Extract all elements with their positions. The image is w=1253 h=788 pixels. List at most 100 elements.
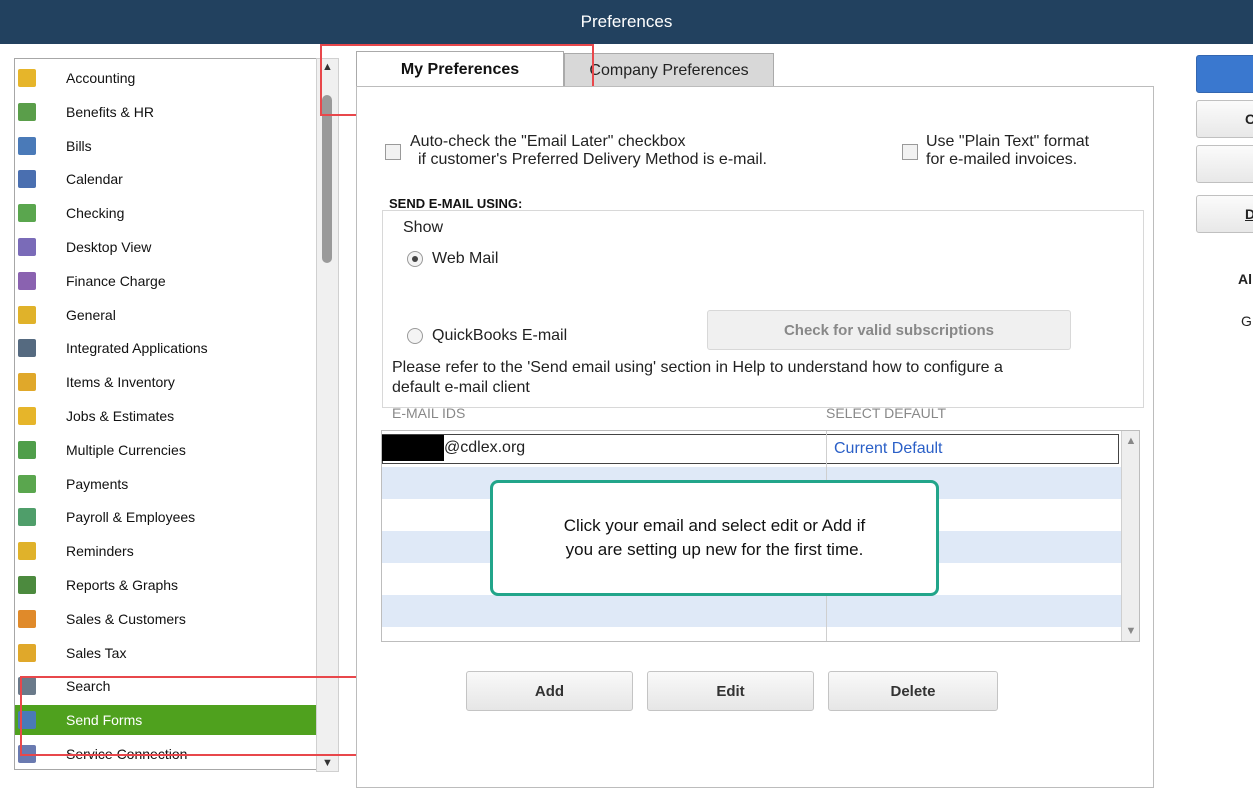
title-bar: Preferences	[0, 0, 1253, 44]
cancel-button[interactable]: C	[1196, 100, 1253, 138]
sidebar-item-multiple-currencies[interactable]: Multiple Currencies	[15, 435, 317, 465]
add-button[interactable]: Add	[466, 671, 633, 711]
sidebar-item-integrated-applications[interactable]: Integrated Applications	[15, 333, 317, 363]
sidebar-item-label: Items & Inventory	[66, 374, 175, 391]
sidebar-item-accounting[interactable]: Accounting	[15, 63, 317, 93]
grid-scroll-up-arrow[interactable]: ▲	[1122, 433, 1139, 449]
table-row[interactable]	[382, 595, 1121, 627]
column-header-email-ids: E-MAIL IDS	[392, 405, 466, 421]
sidebar-item-checking[interactable]: Checking	[15, 198, 317, 228]
sidebar-item-jobs-estimates[interactable]: Jobs & Estimates	[15, 401, 317, 431]
delete-button[interactable]: Delete	[828, 671, 998, 711]
sidebar-item-benefits-hr[interactable]: Benefits & HR	[15, 97, 317, 127]
window-title: Preferences	[580, 12, 673, 31]
sidebar-item-label: Integrated Applications	[66, 340, 208, 357]
table-row[interactable]: @cdlex.org Current Default	[382, 431, 1121, 464]
sidebar-scrollbar[interactable]: ▲ ▼	[316, 58, 339, 772]
check-subscriptions-label: Check for valid subscriptions	[783, 321, 995, 339]
column-header-select-default: SELECT DEFAULT	[826, 405, 947, 421]
sidebar-item-label: Bills	[66, 137, 92, 154]
sidebar-item-label: Reports & Graphs	[66, 577, 179, 593]
sidebar-item-label: Sales & Customers	[66, 610, 186, 627]
bills-icon	[18, 136, 36, 155]
sidebar-item-label: Accounting	[66, 70, 136, 86]
instruction-callout: Click your email and select edit or Add …	[490, 480, 939, 596]
sales-icon	[18, 609, 36, 628]
sidebar-item-bills[interactable]: Bills	[15, 131, 317, 161]
payroll-icon	[18, 508, 36, 527]
sidebar-item-label: Finance Charge	[66, 272, 166, 289]
sidebar-item-label: Sales Tax	[66, 644, 127, 661]
grid-scrollbar[interactable]: ▲ ▼	[1121, 431, 1139, 641]
email-address: @cdlex.org	[444, 439, 526, 456]
also-see-general-link[interactable]: G	[1241, 312, 1252, 331]
email-later-checkbox[interactable]	[385, 144, 401, 160]
sidebar-item-label: Reminders	[66, 543, 134, 560]
preferences-sidebar: Accounting Benefits & HR Bills Calendar Chec…	[14, 58, 317, 770]
email-later-label-2: if customer's Preferred Delivery Method …	[418, 151, 767, 168]
sidebar-item-label: Jobs & Estimates	[66, 408, 175, 424]
callout-line-1: Click your email and select edit or Add …	[563, 516, 866, 535]
email-later-label-1: Auto-check the "Email Later" checkbox	[410, 133, 686, 150]
callout-line-2: you are setting up new for the first tim…	[565, 540, 864, 559]
scroll-down-arrow[interactable]: ▼	[317, 755, 338, 771]
calendar-icon	[18, 170, 36, 189]
show-label: Show	[403, 219, 444, 236]
tab-company-preferences[interactable]: Company Preferences	[564, 53, 774, 88]
plain-text-label-2: for e-mailed invoices.	[926, 151, 1078, 168]
sidebar-item-label: General	[66, 306, 116, 323]
desktop-view-icon	[18, 238, 36, 256]
sidebar-item-label: Multiple Currencies	[66, 441, 186, 458]
sidebar-item-items-inventory[interactable]: Items & Inventory	[15, 367, 317, 397]
sidebar-item-reminders[interactable]: Reminders	[15, 536, 317, 566]
highlight-send-forms	[20, 676, 361, 756]
payments-icon	[18, 474, 36, 493]
sidebar-item-general[interactable]: General	[15, 300, 317, 330]
jobs-icon	[18, 407, 36, 425]
plain-text-checkbox[interactable]	[902, 144, 918, 160]
tab-company-preferences-label: Company Preferences	[589, 62, 749, 79]
quickbooks-email-radio[interactable]	[407, 328, 423, 344]
sidebar-item-calendar[interactable]: Calendar	[15, 164, 317, 194]
sidebar-item-label: Calendar	[66, 171, 123, 188]
sidebar-item-label: Benefits & HR	[66, 103, 154, 120]
general-icon	[18, 305, 36, 324]
help-text-line-2: default e-mail client	[392, 379, 530, 396]
inventory-icon	[18, 373, 36, 392]
sidebar-item-label: Desktop View	[66, 239, 152, 255]
send-email-section-label: SEND E-MAIL USING:	[389, 196, 523, 211]
delete-button-label: Delete	[890, 682, 936, 700]
accounting-icon	[18, 69, 36, 87]
edit-button-label: Edit	[716, 682, 745, 700]
also-see-label: Al	[1238, 271, 1252, 287]
preferences-window: Accounting Benefits & HR Bills Calendar Chec…	[0, 44, 1253, 788]
sidebar-item-finance-charge[interactable]: Finance Charge	[15, 266, 317, 296]
edit-button[interactable]: Edit	[647, 671, 814, 711]
sidebar-item-sales-customers[interactable]: Sales & Customers	[15, 604, 317, 634]
scroll-thumb[interactable]	[322, 95, 332, 263]
check-subscriptions-button[interactable]: Check for valid subscriptions	[707, 310, 1071, 350]
sidebar-item-reports-graphs[interactable]: Reports & Graphs	[15, 570, 317, 600]
grid-scroll-down-arrow[interactable]: ▼	[1122, 623, 1139, 639]
integrated-apps-icon	[18, 339, 36, 358]
add-button-label: Add	[534, 682, 565, 700]
quickbooks-email-label: QuickBooks E-mail	[432, 327, 568, 344]
sidebar-item-payroll-employees[interactable]: Payroll & Employees	[15, 502, 317, 532]
help-text-line-1: Please refer to the 'Send email using' s…	[392, 359, 1003, 376]
currencies-icon	[18, 440, 36, 459]
reminders-icon	[18, 542, 36, 561]
sidebar-item-payments[interactable]: Payments	[15, 469, 317, 499]
help-button[interactable]	[1196, 145, 1253, 183]
finance-charge-icon	[18, 271, 36, 290]
web-mail-radio[interactable]	[407, 251, 423, 267]
ok-button[interactable]	[1196, 55, 1253, 93]
web-mail-label: Web Mail	[432, 250, 499, 267]
sidebar-item-sales-tax[interactable]: Sales Tax	[15, 638, 317, 668]
sales-tax-icon	[18, 643, 36, 662]
benefits-icon	[18, 102, 36, 121]
sidebar-item-desktop-view[interactable]: Desktop View	[15, 232, 317, 262]
checking-icon	[18, 204, 36, 223]
default-button[interactable]: D	[1196, 195, 1253, 233]
sidebar-item-label: Payroll & Employees	[66, 509, 196, 526]
reports-icon	[18, 576, 36, 594]
